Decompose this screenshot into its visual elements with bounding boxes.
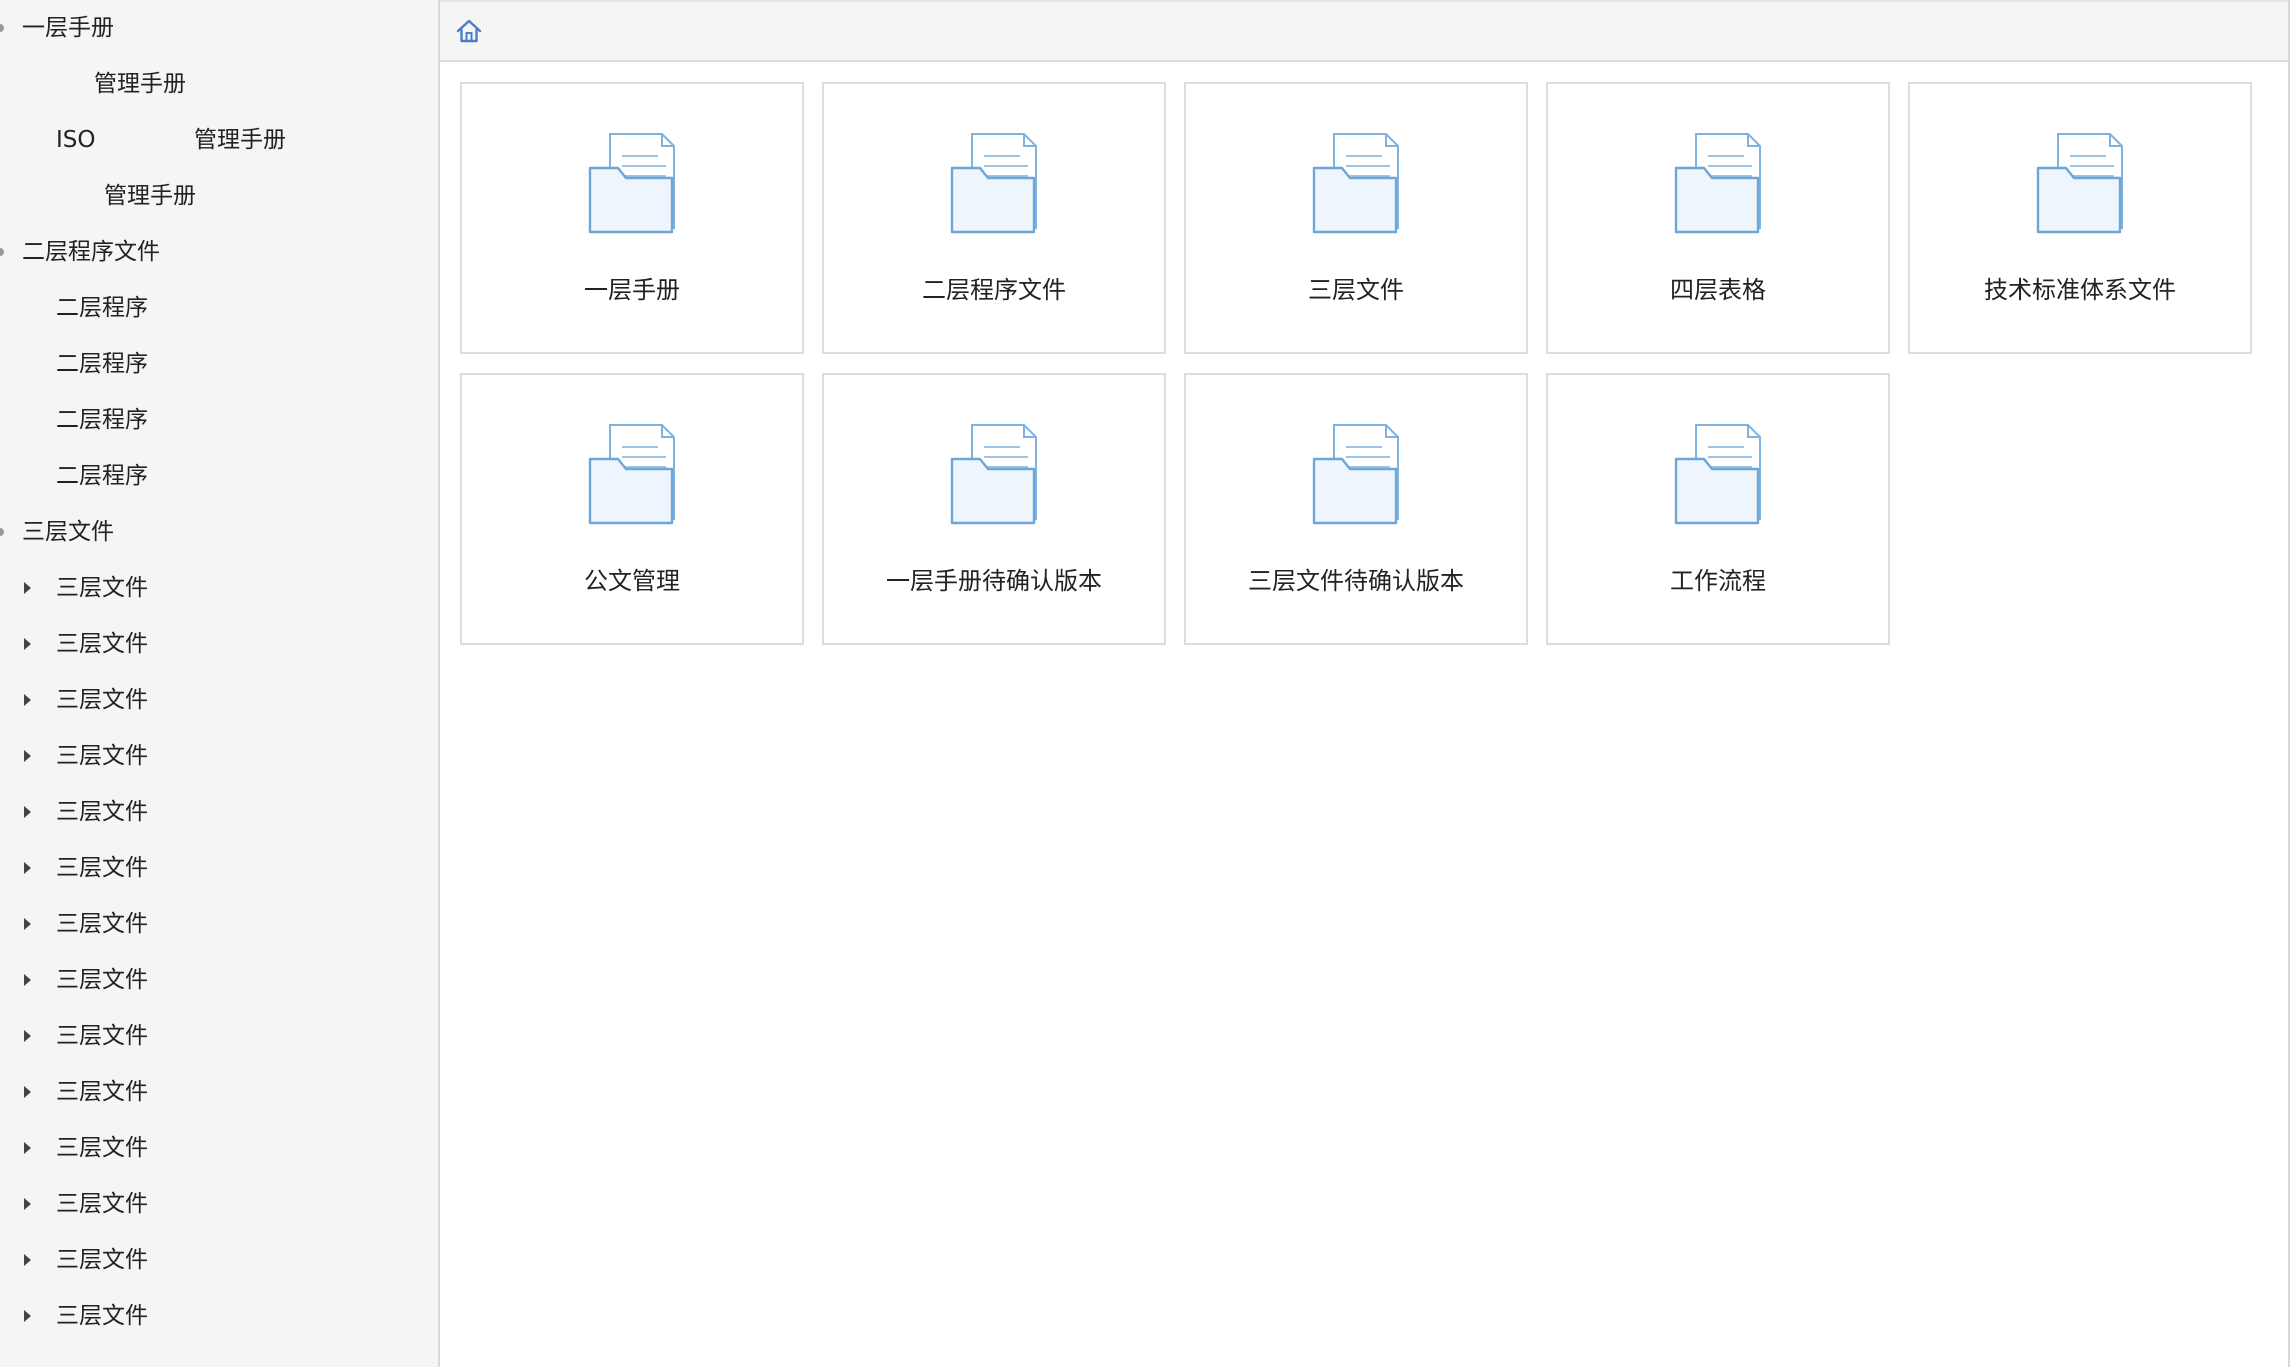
folder-document-icon [2036, 132, 2128, 236]
expand-arrow-icon[interactable] [24, 694, 31, 706]
folder-tile-label: 技术标准体系文件 [1984, 276, 2176, 304]
tree-node-level3-file[interactable]: 三层文件 [0, 952, 438, 1008]
tree-node-level3-file[interactable]: 三层文件 [0, 840, 438, 896]
tree-node-level2-procedure[interactable]: 二层程序 [0, 280, 438, 336]
tree-node-label: 三层文件 [56, 1079, 148, 1105]
folder-document-icon [588, 132, 680, 236]
folder-document-icon [950, 423, 1042, 527]
tree-node-label: 二层程序 [56, 295, 148, 321]
tree-node-label: 二层程序文件 [22, 239, 160, 265]
app-window: 一层手册 管理手册 ISO 管理手册 管理手册 二层程序文件 二层程序 二层程序… [0, 0, 2290, 1367]
tree-node-level2-procedure[interactable]: 二层程序 [0, 448, 438, 504]
tree-node-label: 三层文件 [56, 1023, 148, 1049]
expand-arrow-icon[interactable] [24, 806, 31, 818]
expand-arrow-icon[interactable] [24, 750, 31, 762]
tree-node-level3-file[interactable]: 三层文件 [0, 784, 438, 840]
folder-tile-label: 一层手册 [584, 276, 680, 304]
folder-tile-tech-standards[interactable]: 技术标准体系文件 [1908, 82, 2252, 354]
tree-node-level1-manual[interactable]: 一层手册 [0, 0, 438, 56]
tree-node-label: 三层文件 [56, 743, 148, 769]
tree-node-label: 管理手册 [194, 127, 286, 153]
tree-node-level3-file[interactable]: 三层文件 [0, 1064, 438, 1120]
expand-arrow-icon[interactable] [24, 1142, 31, 1154]
expand-arrow-icon[interactable] [24, 1254, 31, 1266]
expand-arrow-icon[interactable] [24, 1086, 31, 1098]
tree-node-dot-icon [0, 528, 4, 536]
tree-node-level3-file[interactable]: 三层文件 [0, 672, 438, 728]
folder-document-icon [588, 423, 680, 527]
tree-node-level2-procedures[interactable]: 二层程序文件 [0, 224, 438, 280]
folder-tile-level1-manual[interactable]: 一层手册 [460, 82, 804, 354]
tree-node-label: 管理手册 [94, 71, 186, 97]
tree-node-label: 三层文件 [56, 1247, 148, 1273]
tree-node-label: 三层文件 [56, 967, 148, 993]
tree-node-label: 三层文件 [22, 519, 114, 545]
tree-node-level3-file[interactable]: 三层文件 [0, 616, 438, 672]
tree-node-level3-file[interactable]: 三层文件 [0, 1232, 438, 1288]
folder-tile-level4-forms[interactable]: 四层表格 [1546, 82, 1890, 354]
tree-node-management-manual-2[interactable]: 管理手册 [0, 168, 438, 224]
expand-arrow-icon[interactable] [24, 1030, 31, 1042]
folder-tile-level1-pending[interactable]: 一层手册待确认版本 [822, 373, 1166, 645]
expand-arrow-icon[interactable] [24, 638, 31, 650]
tree-node-iso-management-manual[interactable]: ISO 管理手册 [0, 112, 438, 168]
expand-arrow-icon[interactable] [24, 862, 31, 874]
home-icon[interactable] [454, 16, 484, 46]
tree-node-level3-file[interactable]: 三层文件 [0, 896, 438, 952]
folder-tile-label: 一层手册待确认版本 [886, 567, 1102, 595]
tree-node-label: 三层文件 [56, 1191, 148, 1217]
tree-node-level3-file[interactable]: 三层文件 [0, 560, 438, 616]
tree-node-label: 三层文件 [56, 1303, 148, 1329]
expand-arrow-icon[interactable] [24, 974, 31, 986]
folder-tile-level3-pending[interactable]: 三层文件待确认版本 [1184, 373, 1528, 645]
tree-node-level3-file[interactable]: 三层文件 [0, 1176, 438, 1232]
folder-tile-workflow[interactable]: 工作流程 [1546, 373, 1890, 645]
expand-arrow-icon[interactable] [24, 918, 31, 930]
tree-node-label-prefix: ISO [56, 127, 96, 153]
tree-node-level2-procedure[interactable]: 二层程序 [0, 392, 438, 448]
expand-arrow-icon[interactable] [24, 1198, 31, 1210]
folder-document-icon [950, 132, 1042, 236]
folder-tile-label: 二层程序文件 [922, 276, 1066, 304]
tree-node-label: 一层手册 [22, 15, 114, 41]
folder-tile-label: 三层文件待确认版本 [1248, 567, 1464, 595]
folder-document-icon [1674, 423, 1766, 527]
tree-node-label: 管理手册 [104, 183, 196, 209]
tree-node-level3-files[interactable]: 三层文件 [0, 504, 438, 560]
tree-node-level3-file[interactable]: 三层文件 [0, 1288, 438, 1344]
tree-node-label: 三层文件 [56, 799, 148, 825]
folder-tile-label: 公文管理 [584, 567, 680, 595]
folder-tile-level3-files[interactable]: 三层文件 [1184, 82, 1528, 354]
tree-node-level3-file[interactable]: 三层文件 [0, 1008, 438, 1064]
tree-node-label: 二层程序 [56, 351, 148, 377]
tree-node-label: 三层文件 [56, 1135, 148, 1161]
folder-tile-grid: 一层手册 二层程序文件 三层文件 四层表格 技术标准体系文件 公文管理 一层手册… [460, 82, 2252, 645]
tree-node-level3-file[interactable]: 三层文件 [0, 1120, 438, 1176]
tree-node-dot-icon [0, 24, 4, 32]
tree-node-label: 三层文件 [56, 575, 148, 601]
tree-node-label: 三层文件 [56, 855, 148, 881]
tree-node-level3-file[interactable]: 三层文件 [0, 728, 438, 784]
folder-tile-official-docs[interactable]: 公文管理 [460, 373, 804, 645]
folder-tile-level2-procedures[interactable]: 二层程序文件 [822, 82, 1166, 354]
folder-document-icon [1312, 423, 1404, 527]
folder-tile-label: 四层表格 [1670, 276, 1766, 304]
main-content: 一层手册 二层程序文件 三层文件 四层表格 技术标准体系文件 公文管理 一层手册… [440, 0, 2290, 1367]
sidebar-tree: 一层手册 管理手册 ISO 管理手册 管理手册 二层程序文件 二层程序 二层程序… [0, 0, 440, 1367]
tree-node-label: 二层程序 [56, 463, 148, 489]
folder-tile-label: 工作流程 [1670, 567, 1766, 595]
folder-document-icon [1312, 132, 1404, 236]
tree-node-label: 二层程序 [56, 407, 148, 433]
tree-node-label: 三层文件 [56, 911, 148, 937]
breadcrumb-bar [440, 0, 2290, 62]
tree-node-management-manual[interactable]: 管理手册 [0, 56, 438, 112]
folder-tile-label: 三层文件 [1308, 276, 1404, 304]
expand-arrow-icon[interactable] [24, 1310, 31, 1322]
expand-arrow-icon[interactable] [24, 582, 31, 594]
tree-node-label: 三层文件 [56, 687, 148, 713]
folder-document-icon [1674, 132, 1766, 236]
tree-node-dot-icon [0, 248, 4, 256]
tree-node-label: 三层文件 [56, 631, 148, 657]
tree-node-level2-procedure[interactable]: 二层程序 [0, 336, 438, 392]
